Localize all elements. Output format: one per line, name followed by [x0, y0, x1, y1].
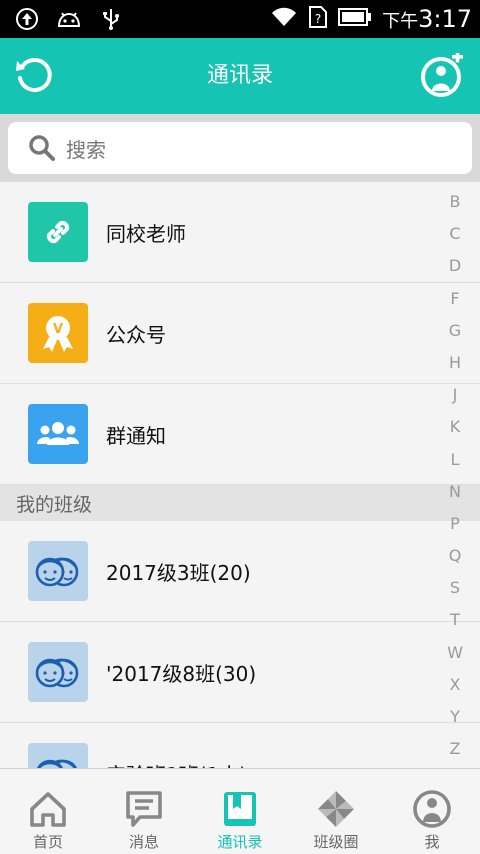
badge-icon: V [28, 303, 88, 363]
group-icon [28, 404, 88, 464]
tab-label: 班级圈 [313, 833, 359, 851]
section-header-my-classes: 我的班级 [0, 485, 480, 521]
tab-contacts[interactable]: 通讯录 [192, 769, 288, 854]
index-letter[interactable]: L [451, 444, 460, 476]
contacts-list[interactable]: 同校老师 V 公众号 群通知 我的班级 2017级3班(20) '2017级8班… [0, 182, 480, 768]
class-faces-icon [28, 642, 88, 702]
index-letter[interactable]: C [449, 218, 460, 250]
list-item-class[interactable]: 2017级3班(20) [0, 521, 480, 622]
list-item-label: 同校老师 [106, 221, 186, 246]
pinwheel-icon [318, 791, 354, 827]
tab-label: 消息 [128, 833, 159, 851]
list-item-label: 群通知 [106, 423, 166, 448]
index-letter[interactable]: G [449, 315, 461, 347]
list-item-label: 实验班1班(1人) [106, 759, 247, 769]
tab-label: 通讯录 [217, 833, 263, 851]
search-icon [29, 135, 55, 161]
clock: 3:17 [418, 5, 472, 33]
refresh-icon [16, 58, 52, 92]
wifi-icon [270, 6, 298, 32]
link-icon [28, 202, 88, 262]
time-period: 下午 [382, 11, 419, 32]
list-item-group-notice[interactable]: 群通知 [0, 384, 480, 485]
index-letter[interactable]: S [450, 572, 460, 604]
search-bar-area: 搜索 [0, 114, 480, 182]
index-letter[interactable]: Y [450, 701, 460, 733]
tab-home[interactable]: 首页 [0, 769, 96, 854]
list-item-official-accounts[interactable]: V 公众号 [0, 283, 480, 384]
search-input[interactable]: 搜索 [8, 122, 472, 174]
page-title: 通讯录 [206, 63, 273, 88]
usb-icon [98, 6, 124, 32]
android-icon [56, 6, 82, 32]
svg-text:V: V [53, 322, 63, 337]
tab-label: 我 [424, 833, 440, 851]
index-letter[interactable]: D [449, 250, 461, 282]
svg-text:?: ? [315, 12, 321, 26]
index-letter[interactable]: K [450, 411, 461, 443]
home-icon [30, 792, 66, 827]
index-letter[interactable]: N [449, 476, 461, 508]
search-placeholder: 搜索 [66, 137, 106, 162]
alphabet-index[interactable]: BCDFGHJKLNPQSTWXYZ [442, 186, 468, 765]
index-letter[interactable]: Q [449, 540, 462, 572]
class-faces-icon [28, 743, 88, 768]
index-letter[interactable]: W [447, 637, 463, 669]
sim-unknown-icon: ? [308, 5, 328, 33]
bottom-tab-bar: 首页 消息 通讯录 班级圈 我 [0, 768, 480, 854]
list-item-label: 公众号 [106, 322, 166, 347]
message-icon [126, 791, 162, 827]
upload-icon [14, 6, 40, 32]
list-item-colleagues[interactable]: 同校老师 [0, 182, 480, 283]
tab-messages[interactable]: 消息 [96, 769, 192, 854]
tab-label: 首页 [32, 833, 63, 851]
add-contact-button[interactable] [418, 52, 466, 100]
add-person-icon [421, 53, 463, 97]
status-bar: ? 下午3:17 [0, 0, 480, 38]
index-letter[interactable]: F [450, 283, 459, 315]
index-letter[interactable]: T [450, 604, 460, 636]
list-item-label: '2017级8班(30) [106, 661, 257, 686]
battery-icon [338, 8, 372, 30]
index-letter[interactable]: P [450, 508, 460, 540]
list-item-label: 2017级3班(20) [106, 560, 251, 585]
class-faces-icon [28, 541, 88, 601]
refresh-button[interactable] [10, 52, 58, 100]
list-item-class[interactable]: 实验班1班(1人) [0, 723, 480, 768]
app-header: 通讯录 [0, 38, 480, 114]
index-letter[interactable]: J [453, 379, 458, 411]
tab-me[interactable]: 我 [384, 769, 480, 854]
profile-icon [413, 790, 451, 828]
list-item-class[interactable]: '2017级8班(30) [0, 622, 480, 723]
tab-class-circle[interactable]: 班级圈 [288, 769, 384, 854]
index-letter[interactable]: X [450, 669, 461, 701]
index-letter[interactable]: B [450, 186, 461, 218]
index-letter[interactable]: H [449, 347, 461, 379]
contacts-book-icon [224, 792, 256, 826]
index-letter[interactable]: Z [450, 733, 461, 765]
